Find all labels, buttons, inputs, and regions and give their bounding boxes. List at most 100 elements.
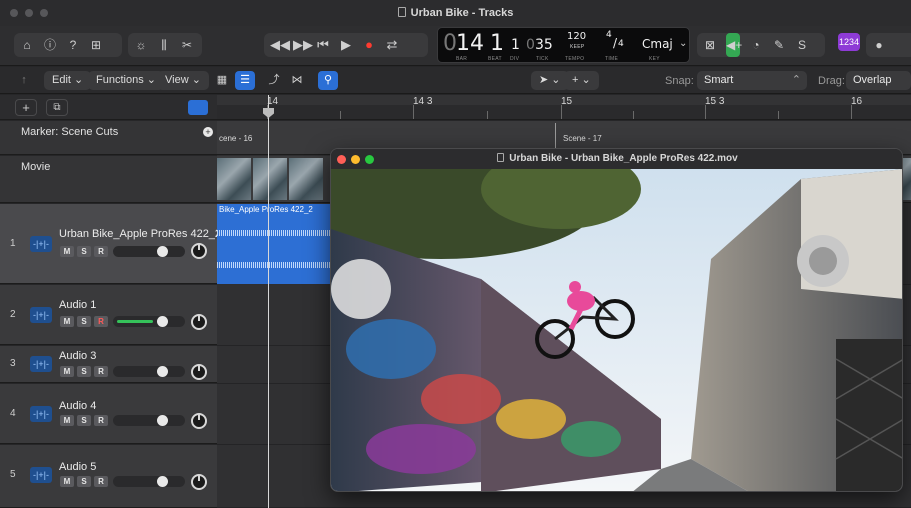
snap-label: Snap: xyxy=(665,75,694,87)
track-header-1[interactable]: 1 -|+|- Urban Bike_Apple ProRes 422_2 M … xyxy=(0,204,221,284)
tuner-icon[interactable]: ◀+ xyxy=(726,33,742,57)
pan-knob[interactable] xyxy=(191,314,207,330)
duplicate-track-button[interactable]: ⧉ xyxy=(46,99,68,116)
go-to-start-icon[interactable]: ⏮ xyxy=(316,33,330,57)
replace-icon[interactable]: ⊠ xyxy=(703,33,717,57)
metronome-icon[interactable]: ◔ xyxy=(749,33,763,57)
pan-knob[interactable] xyxy=(191,243,207,259)
record-enable-button[interactable]: R xyxy=(94,316,108,327)
solo-button[interactable]: S xyxy=(77,415,91,426)
track-name[interactable]: Audio 4 xyxy=(59,400,96,412)
pointer-tool-menu[interactable]: ➤ ⌄ xyxy=(531,71,569,90)
drag-select[interactable]: Overlap xyxy=(846,71,911,90)
video-frame-image xyxy=(331,169,902,491)
volume-slider[interactable] xyxy=(113,316,185,327)
cycle-icon[interactable]: ⇄ xyxy=(385,33,399,57)
marker-scene-17[interactable]: Scene - 17 xyxy=(563,134,602,143)
logic-window: Urban Bike - Tracks ⌂ ⓘ ? ⊞ ☼ ⫼ ✂ ◀◀ ▶▶ … xyxy=(0,0,911,508)
pan-knob[interactable] xyxy=(191,364,207,380)
count-in-button[interactable]: 1234 xyxy=(838,33,860,51)
edit-menu[interactable]: Edit ⌄ xyxy=(44,71,92,90)
solo-button[interactable]: S xyxy=(77,476,91,487)
record-enable-button[interactable]: R xyxy=(94,476,108,487)
volume-slider[interactable] xyxy=(113,476,185,487)
quick-help-icon[interactable]: ? xyxy=(66,33,80,57)
smart-controls-icon[interactable]: ☼ xyxy=(134,33,148,57)
forward-icon[interactable]: ▶▶ xyxy=(293,33,313,57)
functions-menu[interactable]: Functions ⌄ xyxy=(88,71,164,90)
add-track-button[interactable]: + xyxy=(15,99,37,116)
record-icon[interactable]: ● xyxy=(362,33,376,57)
snap-select[interactable]: Smart ⌃ xyxy=(697,71,807,90)
global-tracks-icon[interactable] xyxy=(188,100,208,115)
track-name[interactable]: Urban Bike_Apple ProRes 422_2 xyxy=(59,228,221,240)
movie-thumbnail xyxy=(289,158,323,200)
volume-slider-knob[interactable] xyxy=(157,415,168,426)
lcd-display[interactable]: 0 14 1 1 0 35 BAR BEAT DIV TICK 120 KEEP… xyxy=(437,27,690,63)
solo-icon[interactable]: S xyxy=(795,33,809,57)
mute-button[interactable]: M xyxy=(60,415,74,426)
movie-track-label: Movie xyxy=(21,161,51,173)
rewind-icon[interactable]: ◀◀ xyxy=(270,33,290,57)
mute-button[interactable]: M xyxy=(60,366,74,377)
volume-slider[interactable] xyxy=(113,246,185,257)
toolbar-icon[interactable]: ⊞ xyxy=(89,33,103,57)
title-bar: Urban Bike - Tracks xyxy=(0,0,911,26)
pan-knob[interactable] xyxy=(191,413,207,429)
record-enable-button[interactable]: R xyxy=(94,415,108,426)
flex-icon[interactable]: ⋈ xyxy=(287,71,307,90)
lcd-tick: 35 xyxy=(535,37,553,53)
automation-icon[interactable]: ⤴ xyxy=(264,71,284,90)
volume-slider-knob[interactable] xyxy=(157,366,168,377)
audio-region[interactable]: Bike_Apple ProRes 422_2 xyxy=(217,204,337,284)
volume-slider-knob[interactable] xyxy=(157,246,168,257)
region-name: Bike_Apple ProRes 422_2 xyxy=(219,205,313,214)
track-name[interactable]: Audio 3 xyxy=(59,350,96,362)
solo-button[interactable]: S xyxy=(77,366,91,377)
volume-slider[interactable] xyxy=(113,366,185,377)
volume-slider[interactable] xyxy=(113,415,185,426)
view-menu[interactable]: View ⌄ xyxy=(157,71,209,90)
solo-button[interactable]: S xyxy=(77,316,91,327)
movie-track-header[interactable]: Movie xyxy=(0,156,217,203)
track-header-2[interactable]: 2 -|+|- Audio 1 M S R xyxy=(0,285,217,345)
track-header-3[interactable]: 3 -|+|- Audio 3 M S R xyxy=(0,346,217,383)
volume-slider-knob[interactable] xyxy=(157,316,168,327)
waveform-icon: -|+|- xyxy=(30,406,52,422)
track-header-5[interactable]: 5 -|+|- Audio 5 M S R xyxy=(0,445,217,508)
up-arrow-icon[interactable]: ↑ xyxy=(14,71,34,90)
play-icon[interactable]: ▶ xyxy=(339,33,353,57)
pan-knob[interactable] xyxy=(191,474,207,490)
marker-scene-16[interactable]: cene - 16 xyxy=(219,134,252,143)
bar-ruler[interactable]: 14 14 3 15 15 3 16 xyxy=(217,95,911,120)
marker-track-header[interactable]: Marker: Scene Cuts + xyxy=(0,121,217,155)
list-view-icon[interactable]: ☰ xyxy=(235,71,255,90)
volume-knob-icon[interactable]: ● xyxy=(872,33,886,57)
movie-window-title: Urban Bike - Urban Bike_Apple ProRes 422… xyxy=(509,153,738,164)
playhead[interactable] xyxy=(268,95,269,508)
add-marker-icon[interactable]: + xyxy=(203,127,213,137)
mixer-icon[interactable]: ⫼ xyxy=(157,33,171,57)
lcd-menu-chevron-icon[interactable]: ⌄ xyxy=(679,38,687,49)
secondary-tool-menu[interactable]: + ⌄ xyxy=(564,71,599,90)
mute-button[interactable]: M xyxy=(60,246,74,257)
waveform-icon: -|+|- xyxy=(30,356,52,372)
mute-button[interactable]: M xyxy=(60,476,74,487)
track-name[interactable]: Audio 5 xyxy=(59,461,96,473)
library-icon[interactable]: ⌂ xyxy=(20,33,34,57)
movie-window-titlebar[interactable]: Urban Bike - Urban Bike_Apple ProRes 422… xyxy=(331,149,902,169)
pencil-icon[interactable]: ✎ xyxy=(772,33,786,57)
movie-window[interactable]: Urban Bike - Urban Bike_Apple ProRes 422… xyxy=(330,148,903,492)
info-icon[interactable]: ⓘ xyxy=(43,33,57,57)
grid-view-icon[interactable]: ▦ xyxy=(212,71,232,90)
track-header-4[interactable]: 4 -|+|- Audio 4 M S R xyxy=(0,384,217,444)
waveform-icon: -|+|- xyxy=(30,467,52,483)
editors-icon[interactable]: ✂ xyxy=(180,33,194,57)
record-enable-button[interactable]: R xyxy=(94,246,108,257)
track-name[interactable]: Audio 1 xyxy=(59,299,96,311)
volume-slider-knob[interactable] xyxy=(157,476,168,487)
mute-button[interactable]: M xyxy=(60,316,74,327)
solo-button[interactable]: S xyxy=(77,246,91,257)
record-enable-button[interactable]: R xyxy=(94,366,108,377)
catch-icon[interactable]: ⚲ xyxy=(318,71,338,90)
